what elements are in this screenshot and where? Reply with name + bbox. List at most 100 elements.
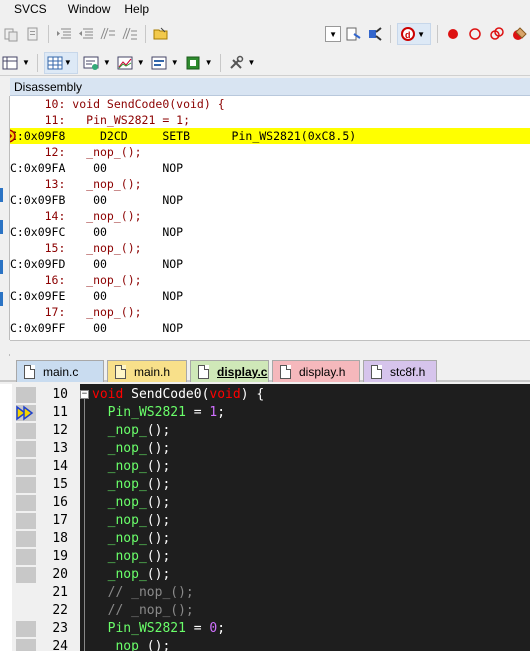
tab-main-h[interactable]: main.h [107, 360, 187, 382]
code-text: void SendCode0(void) { [92, 386, 264, 404]
code-token: _nop_ [107, 531, 147, 546]
code-line[interactable]: 10− void SendCode0(void) { [0, 386, 530, 404]
file-icon [198, 364, 209, 379]
comment-icon[interactable] [98, 24, 118, 44]
code-line[interactable]: 20 _nop_(); [0, 566, 530, 584]
cut-icon[interactable] [1, 24, 21, 44]
disassembly-hscrollbar[interactable] [10, 340, 530, 354]
serial-window-icon[interactable] [81, 53, 101, 73]
disassembly-instruction-line[interactable]: C:0x09FE 00 NOP [10, 288, 530, 304]
file-icon [280, 364, 291, 379]
disassembly-instruction-line[interactable]: C:0x09FF 00 NOP [10, 320, 530, 336]
disassembly-line-text: C:0x09F8 D2CD SETB Pin_WS2821(0xC8.5) [10, 129, 357, 143]
code-line[interactable]: 18 _nop_(); [0, 530, 530, 548]
menu-help[interactable]: Help [117, 0, 156, 19]
disassembly-source-line[interactable]: 10: void SendCode0(void) { [10, 96, 530, 112]
menu-svcs[interactable]: SVCS [0, 0, 61, 19]
tab-display-c[interactable]: display.c [190, 360, 269, 382]
code-token: // _nop_(); [92, 585, 194, 600]
chevron-down-icon[interactable]: ▼ [205, 58, 213, 67]
debug-start-button[interactable]: d ▼ [397, 23, 431, 45]
disassembly-source-line[interactable]: 12: _nop_(); [10, 144, 530, 160]
code-line[interactable]: 19 _nop_(); [0, 548, 530, 566]
code-line[interactable]: 14 _nop_(); [0, 458, 530, 476]
chevron-down-icon[interactable]: ▼ [171, 58, 179, 67]
toolbar-debug-windows: ▼ ▼ ▼ ▼ ▼ ▼ ▼ [0, 50, 530, 76]
disassembly-instruction-line[interactable]: C:0x09FD 00 NOP [10, 256, 530, 272]
tab-label: stc8f.h [390, 364, 426, 379]
copy-icon[interactable] [23, 24, 43, 44]
tab-stc8f-h[interactable]: stc8f.h [363, 360, 437, 382]
chevron-down-icon[interactable]: ▼ [22, 58, 30, 67]
disassembly-source-line[interactable]: 15: _nop_(); [10, 240, 530, 256]
disassembly-instruction-line[interactable]: C:0x09F8 D2CD SETB Pin_WS2821(0xC8.5) [10, 128, 530, 144]
code-token: (); [146, 459, 171, 474]
disassembly-view[interactable]: 10: void SendCode0(void) { 11: Pin_WS282… [10, 96, 530, 340]
disassembly-instruction-line[interactable]: C:0x09FC 00 NOP [10, 224, 530, 240]
breakpoint-icon[interactable] [443, 24, 463, 44]
outdent-icon[interactable] [76, 24, 96, 44]
code-editor[interactable]: 10− void SendCode0(void) {11 Pin_WS2821 =… [0, 384, 530, 651]
debug-icon[interactable] [365, 24, 385, 44]
combo-box[interactable]: ▼ [325, 26, 342, 42]
disassembly-source-line[interactable]: 14: _nop_(); [10, 208, 530, 224]
code-line[interactable]: 23 Pin_WS2821 = 0; [0, 620, 530, 638]
code-token: _nop_ [107, 639, 147, 651]
toolbar-separator [36, 53, 38, 72]
breakpoint-off-icon[interactable] [465, 24, 485, 44]
chevron-down-icon[interactable]: ▼ [103, 58, 111, 67]
memory-window-button[interactable]: ▼ [43, 51, 78, 74]
analysis-window-icon[interactable] [115, 53, 135, 73]
chevron-down-icon[interactable]: ▼ [248, 58, 256, 67]
disassembly-line-text: 15: _nop_(); [10, 241, 142, 255]
toolbar-separator [219, 53, 221, 72]
code-line[interactable]: 16 _nop_(); [0, 494, 530, 512]
menu-window[interactable]: Window [61, 0, 118, 19]
code-token: ; [217, 405, 226, 420]
insert-icon[interactable] [343, 24, 363, 44]
trace-window-icon[interactable] [149, 53, 169, 73]
disassembly-line-text: 10: void SendCode0(void) { [10, 97, 225, 111]
fold-collapse-icon[interactable]: − [80, 390, 89, 399]
kill-breakpoints-icon[interactable] [509, 24, 529, 44]
line-number: 18 [52, 531, 68, 546]
line-number: 21 [52, 585, 68, 600]
disassembly-line-text: C:0x09FF 00 NOP [10, 321, 184, 335]
code-line[interactable]: 21 // _nop_(); [0, 584, 530, 602]
system-viewer-icon[interactable] [183, 53, 203, 73]
disassembly-source-line[interactable]: 17: _nop_(); [10, 304, 530, 320]
toolbox-icon[interactable] [226, 53, 246, 73]
code-token: _nop_ [107, 441, 147, 456]
registers-window-icon[interactable] [0, 53, 20, 73]
code-line[interactable]: 24 _nop_(); [0, 638, 530, 651]
code-line[interactable]: 13 _nop_(); [0, 440, 530, 458]
breakpoints-icon[interactable] [487, 24, 507, 44]
indent-icon[interactable] [54, 24, 74, 44]
uncomment-icon[interactable] [120, 24, 140, 44]
panel-marker [0, 292, 3, 306]
toolbar-separator [437, 25, 438, 43]
code-line[interactable]: 15 _nop_(); [0, 476, 530, 494]
open-file-icon[interactable] [151, 24, 171, 44]
code-line[interactable]: 11 Pin_WS2821 = 1; [0, 404, 530, 422]
disassembly-source-line[interactable]: 13: _nop_(); [10, 176, 530, 192]
code-line[interactable]: 22 // _nop_(); [0, 602, 530, 620]
memory-window-icon [47, 56, 63, 69]
disassembly-instruction-line[interactable]: C:0x09FA 00 NOP [10, 160, 530, 176]
line-number: 22 [52, 603, 68, 618]
disassembly-source-line[interactable]: 11: Pin_WS2821 = 1; [10, 112, 530, 128]
disassembly-source-line[interactable]: 16: _nop_(); [10, 272, 530, 288]
code-line[interactable]: 12 _nop_(); [0, 422, 530, 440]
tab-display-h[interactable]: display.h [272, 360, 360, 382]
code-line[interactable]: 17 _nop_(); [0, 512, 530, 530]
disassembly-instruction-line[interactable]: C:0x09FB 00 NOP [10, 192, 530, 208]
chevron-down-icon[interactable]: ▼ [137, 58, 145, 67]
line-number: 11 [52, 405, 68, 420]
code-text: // _nop_(); [92, 584, 194, 602]
tab-main-c[interactable]: main.c [16, 360, 104, 382]
line-number: 24 [52, 639, 68, 651]
